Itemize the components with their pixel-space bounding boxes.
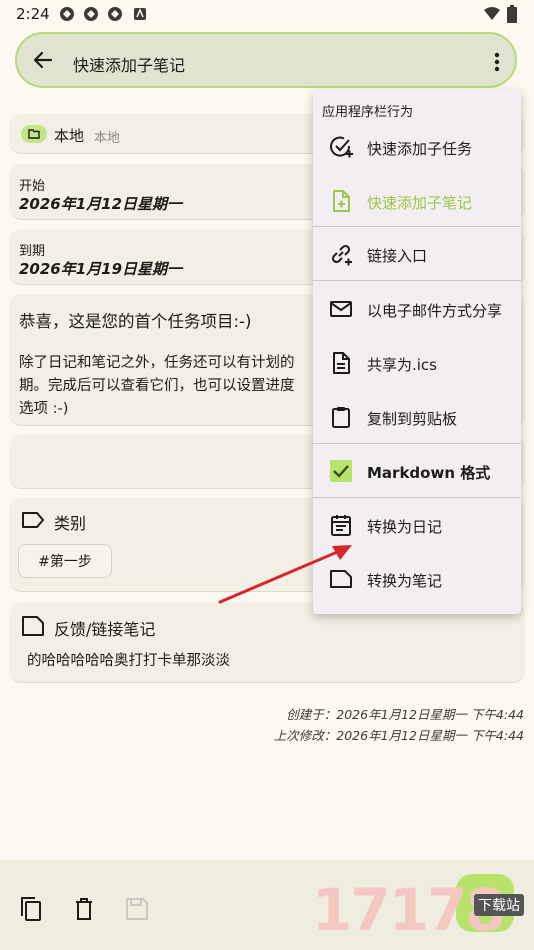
- due-date: 2026年1月19日星期一: [19, 260, 183, 278]
- notification-icon: [134, 8, 146, 20]
- label-icon: [22, 512, 44, 528]
- menu-item-label: 转换为日记: [367, 518, 443, 536]
- due-label: 到期: [19, 244, 46, 259]
- modified-text: 上次修改：2026年1月12日星期一 下午4:44: [273, 728, 524, 743]
- menu-item-markdown[interactable]: Markdown 格式: [313, 444, 521, 498]
- feedback-title: 反馈/链接笔记: [54, 620, 156, 639]
- menu-item-label: 快速添加子任务: [367, 140, 473, 158]
- menu-item-share-email[interactable]: 以电子邮件方式分享: [313, 282, 521, 336]
- menu-item-label: 共享为.ics: [367, 356, 437, 374]
- menu-item-label: 快速添加子笔记: [367, 194, 473, 212]
- menu-item-add-subtask[interactable]: 快速添加子任务: [313, 120, 521, 174]
- collection-name: 本地: [54, 127, 85, 145]
- copy-icon[interactable]: [18, 896, 44, 922]
- checkbox-icon[interactable]: [329, 459, 353, 483]
- annotation-arrow: [218, 545, 352, 604]
- menu-item-add-subnote[interactable]: 快速添加子笔记: [313, 174, 521, 228]
- wifi-icon: [484, 7, 500, 20]
- summary-text: 恭喜，这是您的首个任务项目:-): [19, 312, 252, 331]
- start-date: 2026年1月12日星期一: [19, 195, 183, 213]
- calendar-icon: [331, 515, 351, 536]
- categories-title: 类别: [54, 514, 87, 533]
- feedback-text: 的哈哈哈哈哈奥打打卡单那淡淡: [27, 653, 230, 669]
- feedback-card[interactable]: 反馈/链接笔记 的哈哈哈哈哈奥打打卡单那淡淡: [9, 603, 525, 683]
- description-line-1: 除了日记和笔记之外，任务还可以有计划的: [19, 355, 295, 371]
- watermark-tag: 下载站: [474, 894, 524, 916]
- created-text: 创建于：2026年1月12日星期一 下午4:44: [286, 707, 524, 722]
- clipboard-icon: [332, 407, 350, 428]
- menu-item-label: 链接入口: [367, 247, 428, 265]
- status-time: 2:24: [16, 5, 50, 23]
- menu-item-share-ics[interactable]: 共享为.ics: [313, 336, 521, 390]
- sync-icon: [60, 7, 74, 21]
- description-line-2: 期。完成后可以查看它们，也可以设置进度: [19, 378, 295, 394]
- page-title: 快速添加子笔记: [73, 56, 186, 75]
- menu-item-link-entry[interactable]: 链接入口: [313, 227, 521, 281]
- battery-icon: [507, 5, 517, 23]
- description-line-3: 选项 :-): [19, 401, 69, 417]
- mail-icon: [330, 301, 352, 317]
- collection-account: 本地: [94, 131, 121, 146]
- add-task-icon: [330, 136, 353, 158]
- top-app-bar: 快速添加子笔记: [15, 32, 517, 88]
- back-arrow-icon[interactable]: [31, 48, 55, 72]
- menu-item-copy-clipboard[interactable]: 复制到剪贴板: [313, 390, 521, 444]
- more-vert-icon[interactable]: [487, 50, 507, 74]
- category-chip[interactable]: #第一步: [18, 544, 112, 578]
- file-icon: [333, 352, 350, 374]
- folder-icon: [21, 125, 47, 143]
- start-label: 开始: [19, 179, 46, 194]
- note-icon: [22, 616, 44, 636]
- menu-item-label: 以电子邮件方式分享: [367, 302, 503, 320]
- add-note-icon: [333, 190, 350, 212]
- add-link-icon: [331, 244, 352, 266]
- menu-header: 应用程序栏行为: [322, 105, 414, 120]
- menu-divider: [313, 280, 521, 281]
- save-icon[interactable]: [124, 896, 150, 922]
- menu-item-label: Markdown 格式: [367, 464, 491, 482]
- menu-item-label: 复制到剪贴板: [367, 410, 458, 428]
- status-bar: 2:24: [0, 0, 534, 28]
- delete-icon[interactable]: [71, 896, 97, 922]
- sync-icon: [84, 7, 98, 21]
- menu-item-label: 转换为笔记: [367, 572, 443, 590]
- sync-icon: [108, 7, 122, 21]
